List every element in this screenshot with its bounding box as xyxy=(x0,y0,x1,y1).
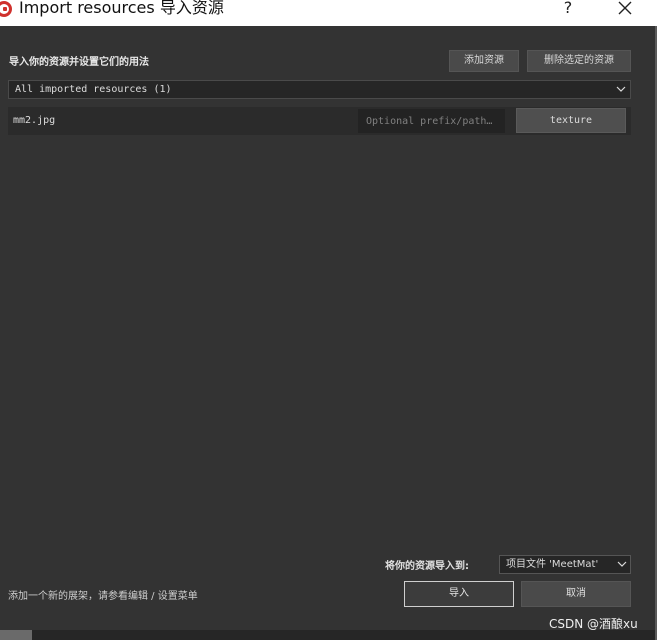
chevron-down-icon xyxy=(616,558,628,570)
resource-filter-select[interactable]: All imported resources (1) xyxy=(8,80,631,99)
dialog-heading: 导入你的资源并设置它们的用法 xyxy=(9,57,149,68)
resource-type-button[interactable]: texture xyxy=(516,108,626,133)
chevron-down-icon xyxy=(615,83,627,95)
delete-selected-button[interactable]: 删除选定的资源 xyxy=(527,50,631,72)
shelf-hint-text: 添加一个新的展架，请参看编辑 / 设置菜单 xyxy=(8,591,198,602)
resource-row[interactable]: mm2.jpg texture xyxy=(8,107,631,135)
title-bar: Import resources 导入资源 ? xyxy=(0,0,657,26)
import-resources-dialog: Import resources 导入资源 ? 导入你的资源并设置它们的用法 添… xyxy=(0,0,657,640)
help-button[interactable]: ? xyxy=(561,0,575,18)
resource-file-name: mm2.jpg xyxy=(13,115,56,126)
window-title: Import resources 导入资源 xyxy=(19,0,224,17)
import-target-select[interactable]: 项目文件 'MeetMat' xyxy=(499,555,631,574)
filter-selected-value: All imported resources (1) xyxy=(15,84,172,95)
watermark: CSDN @酒酿xu xyxy=(549,617,638,631)
prefix-path-input[interactable] xyxy=(358,109,505,133)
app-logo-icon xyxy=(0,1,12,17)
close-icon[interactable] xyxy=(614,0,636,19)
import-target-value: 项目文件 'MeetMat' xyxy=(506,559,599,570)
import-target-label: 将你的资源导入到: xyxy=(385,561,469,572)
scrollbar-thumb[interactable] xyxy=(0,630,32,640)
import-button[interactable]: 导入 xyxy=(404,581,514,607)
cancel-button[interactable]: 取消 xyxy=(521,581,631,607)
add-resource-button[interactable]: 添加资源 xyxy=(449,50,519,72)
